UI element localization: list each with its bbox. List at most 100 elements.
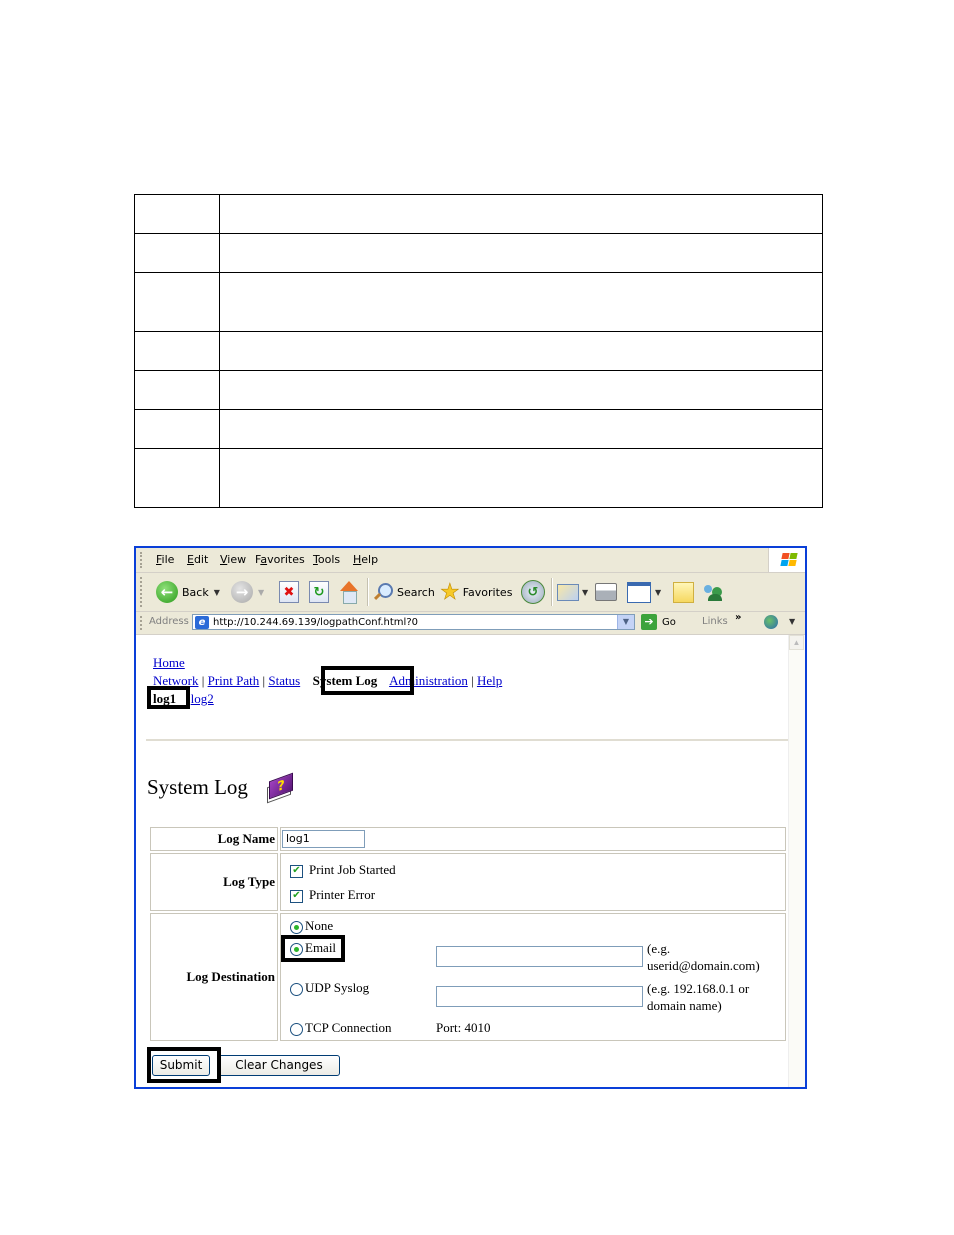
refresh-button[interactable]: ↻ [309,580,329,604]
highlight-box [281,935,345,962]
printer-icon [595,583,617,601]
table-cell [219,331,823,371]
log-name-input[interactable]: log1 [282,830,365,848]
mail-button[interactable]: ▼ [557,580,588,604]
table-cell [219,194,823,234]
stop-button[interactable]: ✖ [279,580,299,604]
table-cell [219,272,823,332]
history-icon: ↺ [521,580,545,604]
edit-page-icon [627,581,651,603]
sticky-note-icon [673,581,694,603]
refresh-icon: ↻ [309,581,329,603]
chevron-down-icon[interactable]: ▼ [258,588,264,597]
tcp-port-label: Port: 4010 [436,1020,491,1035]
printer-error-option[interactable]: ✔ Printer Error [290,882,785,907]
menu-help[interactable]: Help [353,553,378,566]
destination-udp-option[interactable]: UDP Syslog [290,980,369,996]
table-row [134,233,823,273]
chevron-down-icon[interactable]: ▼ [789,617,795,626]
menu-view[interactable]: View [220,553,246,566]
stop-icon: ✖ [279,581,299,603]
table-row [134,370,823,410]
messenger-icon [703,582,725,602]
system-log-form: Log Name log1 Log Type ✔ Print Job Starte… [148,825,788,1043]
udp-radio[interactable] [290,982,303,996]
destination-none-option[interactable]: None [290,918,333,934]
udp-hint: (e.g. 192.168.0.1 or domain name) [647,981,750,1013]
highlight-box [147,1047,221,1083]
table-cell [219,409,823,449]
page-title: System Log [147,775,248,799]
print-job-started-checkbox[interactable]: ✔ [290,864,303,878]
table-cell [219,233,823,273]
note-button[interactable] [673,580,694,604]
subnav-log2-link[interactable]: log2 [191,691,214,706]
home-button[interactable] [338,580,360,604]
chevron-right-icon[interactable]: » [735,612,741,623]
chevron-down-icon[interactable]: ▼ [214,588,220,597]
table-cell [219,448,823,508]
table-row [134,272,823,332]
highlight-box [147,686,190,709]
menu-grip[interactable] [140,552,145,568]
divider [146,739,788,741]
chevron-down-icon[interactable]: ▼ [655,588,661,597]
table-cell [134,448,220,508]
print-button[interactable] [595,580,617,604]
udp-input[interactable] [436,986,643,1007]
menu-tools[interactable]: Tools [313,553,340,566]
table-cell [134,194,220,234]
nav-print-path-link[interactable]: Print Path [208,673,260,688]
log-name-label: Log Name [150,827,278,851]
edit-button[interactable]: ▼ [627,580,661,604]
address-dropdown-icon[interactable]: ▼ [617,615,634,629]
home-icon [338,581,360,604]
standard-toolbar: ← Back ▼ → ▼ ✖ ↻ Search ★ Favorites ↺ ▼ … [136,573,805,612]
table-row [134,194,823,234]
tcp-radio[interactable] [290,1022,303,1036]
scroll-up-arrow-icon[interactable]: ▲ [789,635,804,650]
ie-page-icon: e [195,616,209,629]
print-job-started-option[interactable]: ✔ Print Job Started [290,857,785,882]
printer-error-checkbox[interactable]: ✔ [290,889,303,903]
go-button[interactable]: ➔ Go [641,614,676,630]
destination-tcp-option[interactable]: TCP Connection [290,1020,392,1036]
browser-window: File Edit View Favorites Tools Help ← Ba… [134,546,807,1089]
address-bar: Address e http://10.244.69.139/logpathCo… [136,612,805,635]
menu-favorites[interactable]: Favorites [255,553,305,566]
table-row [134,331,823,371]
links-toolbar[interactable]: Links [702,616,728,627]
table-cell [134,272,220,332]
forward-button[interactable]: → ▼ [231,580,264,604]
highlight-box [321,666,414,695]
none-radio[interactable] [290,920,303,934]
nav-help-link[interactable]: Help [477,673,502,688]
messenger-button[interactable] [703,580,725,604]
log-type-row: Log Type ✔ Print Job Started ✔ Printer Err… [150,853,786,911]
page-tools-icon[interactable] [764,615,778,629]
log-destination-row: Log Destination None Email (e.g. userid@d… [150,913,786,1041]
favorites-button[interactable]: ★ Favorites [440,579,513,605]
email-hint: (e.g. userid@domain.com) [647,941,760,973]
address-input[interactable]: e http://10.244.69.139/logpathConf.html?… [192,614,635,630]
table-row [134,409,823,449]
menu-file[interactable]: File [156,553,174,566]
search-button[interactable]: Search [373,580,435,604]
clear-changes-button[interactable]: Clear Changes [218,1055,340,1076]
windows-logo-icon [768,548,805,572]
back-button[interactable]: ← Back ▼ [156,580,220,604]
table-cell [134,370,220,410]
vertical-scrollbar[interactable]: ▲ [788,635,805,1087]
nav-status-link[interactable]: Status [268,673,300,688]
log-destination-label: Log Destination [150,913,278,1041]
help-book-icon[interactable]: ? [264,772,293,804]
table-cell [134,331,220,371]
email-input[interactable] [436,946,643,967]
history-button[interactable]: ↺ [521,580,545,604]
log-name-row: Log Name log1 [150,827,786,851]
menu-edit[interactable]: Edit [187,553,208,566]
nav-home-link[interactable]: Home [153,655,185,671]
forward-arrow-icon: → [231,581,253,603]
star-icon: ★ [440,579,460,605]
chevron-down-icon[interactable]: ▼ [582,588,588,597]
